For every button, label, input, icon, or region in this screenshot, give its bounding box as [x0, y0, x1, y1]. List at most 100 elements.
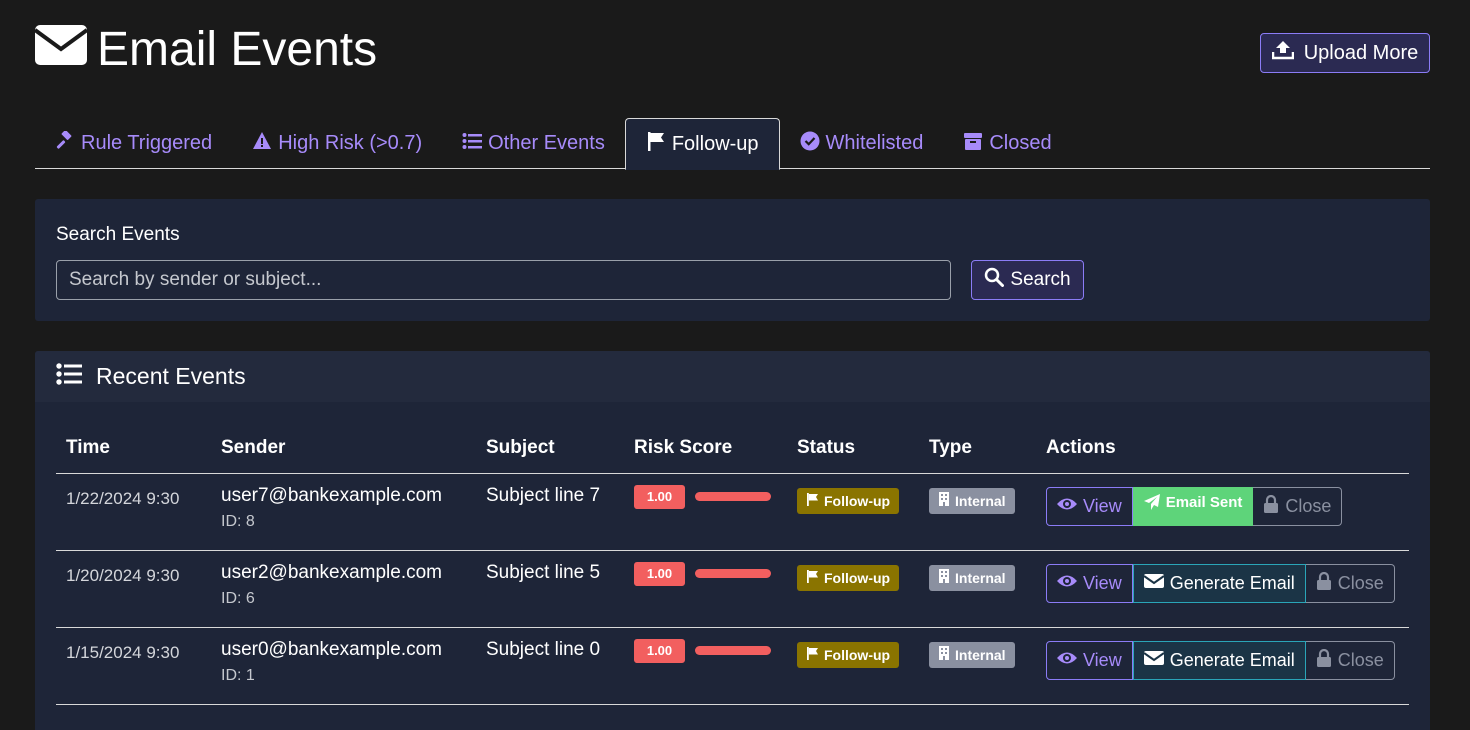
event-status: Follow-up — [787, 473, 919, 551]
events-header: Recent Events — [35, 351, 1430, 402]
risk-score-bar — [695, 569, 771, 578]
event-time: 1/15/2024 9:30 — [56, 627, 211, 705]
column-header-type: Type — [919, 423, 1036, 474]
email-sent-label: Email Sent — [1165, 493, 1243, 511]
status-label: Follow-up — [824, 492, 891, 509]
search-button-label: Search — [1010, 269, 1071, 290]
view-label: View — [1083, 649, 1122, 670]
table-header-row: Time Sender Subject Risk Score Status Ty… — [56, 423, 1409, 474]
tab-whitelisted[interactable]: Whitelisted — [780, 118, 944, 169]
tab-rule-triggered[interactable]: Rule Triggered — [35, 118, 232, 169]
risk-score-bar — [695, 646, 771, 655]
flag-icon — [806, 646, 819, 663]
archive-icon — [963, 131, 983, 157]
eye-icon — [1057, 649, 1077, 672]
event-type: Internal — [919, 473, 1036, 551]
tab-label: Other Events — [488, 132, 605, 154]
generate-email-label: Generate Email — [1169, 649, 1295, 670]
sender-email: user2@bankexample.com — [221, 561, 443, 583]
column-header-risk-score: Risk Score — [624, 423, 787, 474]
building-icon — [938, 646, 950, 663]
risk-score-badge: 1.00 — [634, 638, 685, 663]
close-label: Close — [1285, 495, 1332, 516]
generate-email-button[interactable]: Generate Email — [1132, 640, 1306, 680]
type-badge: Internal — [929, 487, 1015, 514]
view-label: View — [1083, 495, 1122, 516]
generate-email-button[interactable]: Generate Email — [1132, 563, 1306, 603]
view-button[interactable]: View — [1046, 640, 1133, 680]
view-button[interactable]: View — [1046, 563, 1133, 603]
tab-label: Rule Triggered — [81, 132, 213, 154]
column-header-status: Status — [787, 423, 919, 474]
eye-icon — [1057, 495, 1077, 518]
flag-icon — [646, 131, 666, 157]
tab-follow-up[interactable]: Follow-up — [624, 118, 780, 170]
tab-high-risk[interactable]: High Risk (>0.7) — [232, 118, 442, 169]
event-time: 1/20/2024 9:30 — [56, 550, 211, 628]
event-actions: View Generate Email Close — [1036, 627, 1409, 705]
event-actions: View Email Sent Close — [1036, 473, 1409, 551]
search-label: Search Events — [56, 224, 180, 245]
upload-more-label: Upload More — [1303, 41, 1419, 64]
sender-email: user7@bankexample.com — [221, 484, 443, 506]
event-actions: View Generate Email Close — [1036, 550, 1409, 628]
type-label: Internal — [955, 492, 1006, 509]
view-button[interactable]: View — [1046, 486, 1133, 526]
event-tabs: Rule Triggered High Risk (>0.7) Other Ev… — [35, 118, 1430, 170]
page-header: Email Events Upload More — [33, 20, 1430, 80]
tab-label: Closed — [989, 132, 1052, 154]
building-icon — [938, 492, 950, 509]
email-sent-button[interactable]: Email Sent — [1132, 486, 1254, 526]
lock-icon — [1316, 648, 1332, 672]
event-risk: 1.00 — [624, 627, 787, 705]
generate-email-label: Generate Email — [1169, 572, 1295, 593]
tab-other-events[interactable]: Other Events — [442, 118, 625, 169]
event-status: Follow-up — [787, 627, 919, 705]
close-label: Close — [1337, 572, 1384, 593]
gavel-icon — [55, 129, 75, 157]
tab-closed[interactable]: Closed — [943, 118, 1071, 169]
flag-icon — [806, 569, 819, 586]
view-label: View — [1083, 572, 1122, 593]
column-header-time: Time — [56, 423, 211, 474]
close-button[interactable]: Close — [1305, 563, 1395, 603]
flag-icon — [806, 492, 819, 509]
event-subject: Subject line 5 — [476, 550, 624, 628]
search-button[interactable]: Search — [971, 260, 1084, 300]
list-icon — [462, 131, 483, 157]
close-button[interactable]: Close — [1305, 640, 1395, 680]
type-badge: Internal — [929, 564, 1015, 591]
envelope-icon — [1143, 572, 1165, 595]
tab-label: High Risk (>0.7) — [278, 132, 423, 154]
event-risk: 1.00 — [624, 550, 787, 628]
event-type: Internal — [919, 627, 1036, 705]
event-subject: Subject line 0 — [476, 627, 624, 705]
tab-label: Follow-up — [671, 132, 759, 155]
events-title: Recent Events — [96, 363, 246, 389]
event-type: Internal — [919, 550, 1036, 628]
status-label: Follow-up — [824, 646, 891, 663]
event-id: ID: 8 — [221, 512, 255, 530]
event-sender: user0@bankexample.com ID: 1 — [211, 627, 476, 705]
event-risk: 1.00 — [624, 473, 787, 551]
recent-events-panel: Recent Events Time Sender Subject Risk S… — [35, 351, 1430, 730]
close-button[interactable]: Close — [1253, 486, 1343, 526]
event-sender: user7@bankexample.com ID: 8 — [211, 473, 476, 551]
search-icon — [984, 267, 1005, 293]
warning-icon — [252, 131, 272, 157]
upload-more-button[interactable]: Upload More — [1260, 33, 1430, 73]
page-title-text: Email Events — [97, 23, 378, 76]
search-panel: Search Events Search — [35, 199, 1430, 321]
search-input[interactable] — [56, 260, 951, 300]
event-sender: user2@bankexample.com ID: 6 — [211, 550, 476, 628]
status-badge: Follow-up — [797, 641, 900, 668]
type-label: Internal — [955, 569, 1006, 586]
type-label: Internal — [955, 646, 1006, 663]
risk-score-badge: 1.00 — [634, 561, 685, 586]
status-badge: Follow-up — [797, 564, 900, 591]
building-icon — [938, 569, 950, 586]
event-subject: Subject line 7 — [476, 473, 624, 551]
upload-icon — [1271, 40, 1294, 66]
table-row: 1/15/2024 9:30 user0@bankexample.com ID:… — [56, 627, 1409, 705]
column-header-sender: Sender — [211, 423, 476, 474]
